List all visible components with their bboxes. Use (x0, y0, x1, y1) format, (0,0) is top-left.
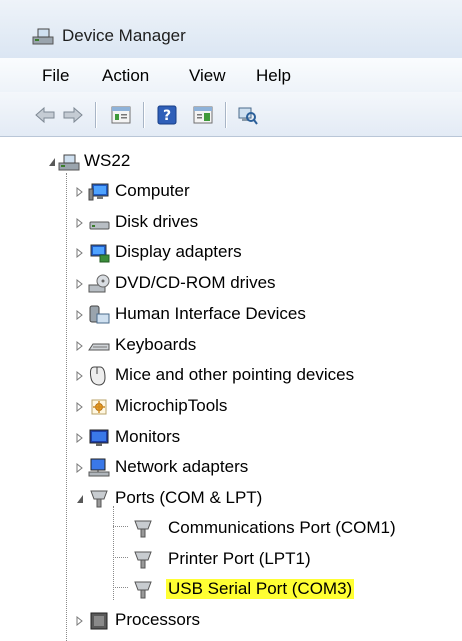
tree-item-mice[interactable]: Mice and other pointing devices (0, 362, 462, 388)
tree-root-ws22[interactable]: WS22 (0, 148, 462, 174)
toolbar: ? (0, 92, 462, 137)
menu-action[interactable]: Action (100, 64, 151, 88)
tree-item-label: DVD/CD-ROM drives (115, 273, 276, 292)
tree-item-monitors[interactable]: Monitors (0, 424, 462, 450)
expand-closed-icon[interactable] (76, 616, 84, 626)
tree-item-dvd-cd-rom-drives[interactable]: DVD/CD-ROM drives (0, 270, 462, 296)
display-adapter-icon (90, 244, 110, 263)
tree-item-ports[interactable]: Ports (COM & LPT) (0, 485, 462, 511)
tree-root-label: WS22 (84, 151, 131, 170)
tree-item-label: Keyboards (115, 335, 197, 354)
toolbar-separator (95, 102, 96, 128)
device-manager-icon (32, 28, 54, 45)
hid-icon (89, 305, 110, 324)
processor-icon (90, 612, 108, 630)
tree-item-disk-drives[interactable]: Disk drives (0, 209, 462, 235)
tree-item-label: Mice and other pointing devices (115, 365, 355, 384)
network-adapter-icon (88, 458, 110, 477)
expand-closed-icon[interactable] (76, 463, 84, 473)
expand-closed-icon[interactable] (76, 371, 84, 381)
tree-item-human-interface-devices[interactable]: Human Interface Devices (0, 301, 462, 327)
tree-item-label: Network adapters (115, 457, 249, 476)
monitor-icon (89, 429, 109, 446)
expand-closed-icon[interactable] (76, 341, 84, 351)
computer-host-icon (58, 154, 80, 171)
tree-item-label: Communications Port (COM1) (168, 518, 396, 537)
tree-item-label: Ports (COM & LPT) (115, 488, 263, 507)
window-title: Device Manager (62, 26, 186, 45)
details-pane-icon[interactable] (192, 104, 214, 126)
tree-item-label: Monitors (115, 427, 181, 446)
tree-item-microchiptools[interactable]: MicrochipTools (0, 393, 462, 419)
tree-item-computer[interactable]: Computer (0, 178, 462, 204)
port-connector-icon (134, 551, 152, 569)
tree-item-display-adapters[interactable]: Display adapters (0, 239, 462, 265)
expand-closed-icon[interactable] (76, 218, 84, 228)
tree-item-label: Display adapters (115, 242, 242, 261)
expand-open-icon[interactable] (48, 157, 56, 167)
tree-item-label-highlighted: USB Serial Port (COM3) (166, 579, 355, 599)
tree-item-processors[interactable]: Processors (0, 607, 462, 633)
toolbar-separator (143, 102, 144, 128)
tree-item-label: MicrochipTools (115, 396, 228, 415)
tree-item-network-adapters[interactable]: Network adapters (0, 454, 462, 480)
scan-hardware-icon[interactable] (236, 104, 258, 126)
tree-item-printer-port[interactable]: Printer Port (LPT1) (0, 546, 462, 572)
expand-closed-icon[interactable] (76, 433, 84, 443)
expand-closed-icon[interactable] (76, 279, 84, 289)
tree-item-usb-serial-port[interactable]: USB Serial Port (COM3) (0, 576, 462, 602)
tree-item-label: Human Interface Devices (115, 304, 306, 323)
menu-file[interactable]: File (40, 64, 71, 88)
menu-view[interactable]: View (187, 64, 228, 88)
expand-closed-icon[interactable] (76, 310, 84, 320)
port-connector-icon (134, 520, 152, 538)
port-connector-icon (90, 490, 108, 508)
menu-help[interactable]: Help (254, 64, 293, 88)
disk-drive-icon (89, 221, 110, 230)
tree-item-label: Disk drives (115, 212, 199, 231)
tree-item-label: Printer Port (LPT1) (168, 549, 311, 568)
tree-item-label: Computer (115, 181, 190, 200)
port-connector-icon (134, 581, 152, 599)
toolbar-separator (225, 102, 226, 128)
expand-closed-icon[interactable] (76, 402, 84, 412)
title-bar[interactable]: Device Manager (0, 0, 462, 59)
microchip-tools-icon (91, 399, 107, 415)
menu-bar: File Action View Help (0, 58, 462, 93)
forward-arrow-icon[interactable] (62, 104, 84, 126)
expand-open-icon[interactable] (76, 494, 84, 504)
keyboard-icon (88, 343, 110, 351)
mouse-icon (89, 366, 106, 386)
device-manager-window: Device Manager File Action View Help ? W… (0, 0, 462, 641)
tree-item-label: Processors (115, 610, 201, 629)
help-icon[interactable]: ? (156, 104, 178, 126)
dvd-drive-icon (88, 274, 110, 293)
expand-closed-icon[interactable] (76, 187, 84, 197)
properties-icon[interactable] (110, 104, 132, 126)
expand-closed-icon[interactable] (76, 248, 84, 258)
back-arrow-icon[interactable] (34, 104, 56, 126)
tree-item-communications-port[interactable]: Communications Port (COM1) (0, 515, 462, 541)
device-tree: WS22 Computer Disk drives Display adapte… (0, 137, 462, 641)
computer-icon (88, 183, 109, 201)
svg-text:?: ? (163, 108, 171, 124)
tree-item-keyboards[interactable]: Keyboards (0, 332, 462, 358)
